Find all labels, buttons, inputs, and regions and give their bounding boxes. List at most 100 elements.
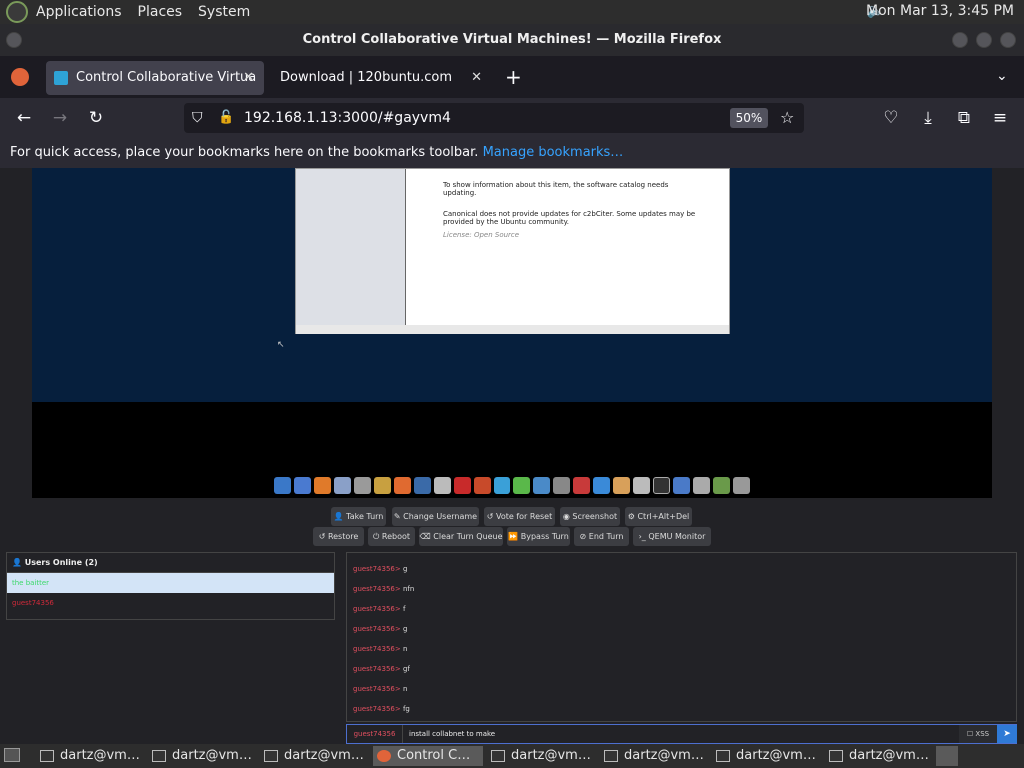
dock-app-icon[interactable]: [493, 476, 511, 494]
user-item[interactable]: the baitter: [7, 573, 334, 593]
downloads-icon[interactable]: ⤓: [917, 107, 939, 129]
dock-app-icon[interactable]: [513, 476, 531, 494]
dock-app-icon[interactable]: [333, 476, 351, 494]
menu-places[interactable]: Places: [130, 4, 191, 20]
taskbar-item[interactable]: dartz@vm…: [487, 746, 595, 766]
catalog-sidebar: [296, 169, 406, 325]
dock-app-icon[interactable]: [473, 476, 491, 494]
clear-turn-queue-button[interactable]: ⌫ Clear Turn Queue: [419, 527, 503, 546]
bookmark-star-icon[interactable]: ☆: [780, 103, 794, 133]
bookmarks-message: For quick access, place your bookmarks h…: [10, 145, 479, 160]
clock[interactable]: Mon Mar 13, 3:45 PM: [866, 3, 1014, 19]
vm-display[interactable]: To show information about this item, the…: [32, 168, 992, 498]
distro-logo-icon[interactable]: [6, 1, 28, 23]
forward-icon[interactable]: →: [49, 107, 71, 129]
manage-bookmarks-link[interactable]: Manage bookmarks…: [483, 145, 624, 160]
firefox-tray-icon[interactable]: [936, 746, 958, 766]
dock-app-icon[interactable]: [713, 476, 730, 494]
new-tab-icon[interactable]: +: [505, 65, 522, 89]
catalog-footer: [296, 325, 729, 334]
bookmarks-toolbar: For quick access, place your bookmarks h…: [0, 138, 1024, 168]
terminal-icon: [716, 750, 730, 762]
terminal-icon: [604, 750, 618, 762]
taskbar-item[interactable]: dartz@vm…: [712, 746, 820, 766]
change-username-button[interactable]: ✎ Change Username: [392, 507, 479, 526]
firefox-view-icon[interactable]: [11, 68, 29, 86]
dock-app-icon[interactable]: [373, 476, 391, 494]
terminal-icon: [491, 750, 505, 762]
dock-app-icon[interactable]: [274, 476, 291, 494]
pocket-icon[interactable]: ♡: [880, 107, 902, 129]
dock-app-icon[interactable]: [593, 476, 611, 494]
taskbar: dartz@vm… dartz@vm… dartz@vm… Control C……: [0, 744, 1024, 768]
dock-app-icon[interactable]: [633, 476, 651, 494]
extensions-icon[interactable]: ⧉: [953, 107, 975, 129]
dock-app-icon[interactable]: [553, 476, 571, 494]
close-window-icon[interactable]: [1000, 32, 1016, 48]
reboot-button[interactable]: ⏻ Reboot: [368, 527, 415, 546]
software-catalog-window[interactable]: To show information about this item, the…: [295, 168, 730, 334]
taskbar-item[interactable]: dartz@vm…: [260, 746, 368, 766]
minimize-icon[interactable]: [952, 32, 968, 48]
taskbar-item[interactable]: dartz@vm…: [36, 746, 144, 766]
dock-app-icon[interactable]: [453, 476, 471, 494]
menu-applications[interactable]: Applications: [28, 4, 130, 20]
window-titlebar[interactable]: Control Collaborative Virtual Machines! …: [0, 24, 1024, 56]
window-menu-icon[interactable]: [6, 32, 22, 48]
terminal-icon: [829, 750, 843, 762]
taskbar-item[interactable]: dartz@vm…: [600, 746, 708, 766]
dock-terminal-icon[interactable]: [653, 476, 671, 494]
chat-input-row: guest74356 ☐ XSS ➤: [346, 724, 1017, 744]
screenshot-button[interactable]: ◉ Screenshot: [560, 507, 620, 526]
take-turn-button[interactable]: 👤 Take Turn: [331, 507, 386, 526]
dock-trash-icon[interactable]: [732, 476, 750, 494]
user-item[interactable]: guest74356: [7, 593, 334, 613]
restore-button[interactable]: ↺ Restore: [313, 527, 364, 546]
close-tab-icon[interactable]: ✕: [471, 61, 482, 95]
xss-toggle[interactable]: ☐ XSS: [959, 725, 997, 743]
menu-system[interactable]: System: [190, 4, 258, 20]
chat-input[interactable]: [409, 725, 959, 743]
ctrl-alt-del-button[interactable]: ⚙ Ctrl+Alt+Del: [625, 507, 692, 526]
bypass-turn-button[interactable]: ⏩ Bypass Turn: [507, 527, 570, 546]
chat-message: guest74356> n: [353, 685, 408, 693]
vote-for-reset-button[interactable]: ↺ Vote for Reset: [484, 507, 555, 526]
zoom-badge[interactable]: 50%: [730, 108, 768, 128]
chat-message: guest74356> nfn: [353, 585, 415, 593]
dock-app-icon[interactable]: [353, 476, 371, 494]
qemu-monitor-button[interactable]: ›_ QEMU Monitor: [633, 527, 711, 546]
shield-icon[interactable]: ⛉: [192, 103, 203, 133]
list-tabs-icon[interactable]: ⌄: [996, 68, 1008, 84]
tab-label: Download | 120buntu.com: [280, 70, 453, 85]
taskbar-item[interactable]: dartz@vm…: [148, 746, 256, 766]
dock-app-icon[interactable]: [313, 476, 331, 494]
send-icon[interactable]: ➤: [997, 725, 1017, 743]
taskbar-item[interactable]: dartz@vm…: [825, 746, 933, 766]
close-tab-icon[interactable]: ✕: [243, 61, 254, 95]
url-bar[interactable]: ⛉ 🔓 192.168.1.13:3000/#gayvm4 50% ☆: [184, 103, 804, 133]
dock-app-icon[interactable]: [673, 476, 691, 494]
show-desktop-icon[interactable]: [4, 748, 20, 762]
taskbar-item[interactable]: Control C…: [373, 746, 483, 766]
dock-app-icon[interactable]: [613, 476, 631, 494]
dock-app-icon[interactable]: [693, 476, 711, 494]
dock-app-icon[interactable]: [573, 476, 591, 494]
reload-icon[interactable]: ↻: [85, 107, 107, 129]
end-turn-button[interactable]: ⊘ End Turn: [574, 527, 629, 546]
tab-download[interactable]: Download | 120buntu.com ✕: [270, 61, 492, 95]
menu-icon[interactable]: ≡: [989, 107, 1011, 129]
monitor-icon: [54, 71, 68, 85]
maximize-icon[interactable]: [976, 32, 992, 48]
dock-app-icon[interactable]: [413, 476, 431, 494]
tab-control-collaborative[interactable]: Control Collaborative Virtua ✕: [46, 61, 264, 95]
dock-app-icon[interactable]: [393, 476, 411, 494]
url-text[interactable]: 192.168.1.13:3000/#gayvm4: [244, 103, 451, 133]
insecure-lock-icon[interactable]: 🔓: [218, 103, 234, 133]
chat-username[interactable]: guest74356: [347, 725, 403, 743]
dock-app-icon[interactable]: [294, 476, 311, 494]
dock-app-icon[interactable]: [533, 476, 551, 494]
chat-message: guest74356> g: [353, 565, 408, 573]
back-icon[interactable]: ←: [13, 107, 35, 129]
catalog-info-text: To show information about this item, the…: [443, 181, 669, 197]
dock-app-icon[interactable]: [433, 476, 451, 494]
